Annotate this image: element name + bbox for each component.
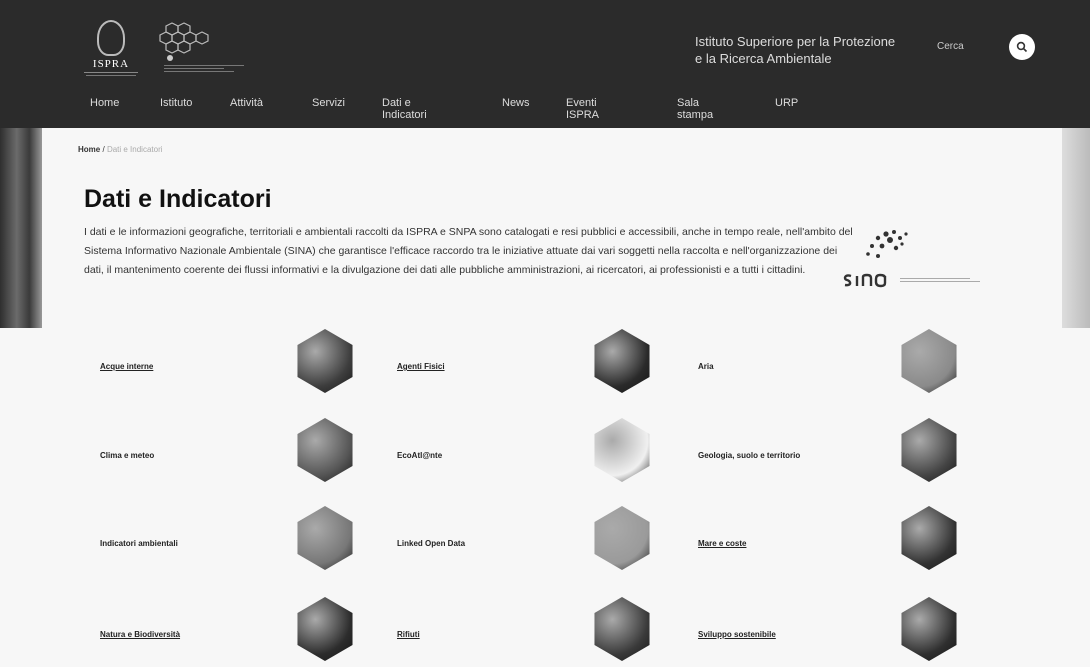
republic-emblem-icon <box>97 20 125 56</box>
category-link[interactable]: Geologia, suolo e territorio <box>698 445 800 463</box>
sina-wordmark <box>841 270 897 296</box>
category-link[interactable]: Agenti Fisici <box>397 356 445 374</box>
sina-dots-icon <box>866 230 908 258</box>
sea-icon[interactable] <box>901 506 957 570</box>
category-label[interactable]: Mare e coste <box>698 539 746 548</box>
category-label[interactable]: Aria <box>698 362 714 371</box>
site-header: ISPRA Istituto Superiore per la Protezio… <box>0 0 1090 128</box>
category-label[interactable]: Indicatori ambientali <box>100 539 178 548</box>
nav-item-dati-e-indicatori[interactable]: Dati e Indicatori <box>382 97 427 121</box>
category-link[interactable]: EcoAtl@nte <box>397 445 442 463</box>
category-label[interactable]: Rifiuti <box>397 630 420 639</box>
nav-item-urp[interactable]: URP <box>775 97 798 109</box>
lod-icon[interactable] <box>594 506 650 570</box>
sina-logo[interactable] <box>838 226 1008 296</box>
search-button[interactable] <box>1009 34 1035 60</box>
intro-text: I dati e le informazioni geografiche, te… <box>84 226 853 276</box>
category-label[interactable]: Agenti Fisici <box>397 362 445 371</box>
nav-item-sala-stampa[interactable]: Sala stampa <box>677 97 713 121</box>
category-label[interactable]: Acque interne <box>100 362 153 371</box>
nav-item-attività[interactable]: Attività <box>230 97 263 109</box>
category-label[interactable]: Geologia, suolo e territorio <box>698 451 800 460</box>
category-link[interactable]: Linked Open Data <box>397 533 465 551</box>
nature-icon[interactable] <box>297 597 353 661</box>
right-decorative-image <box>1062 128 1090 328</box>
category-link[interactable]: Sviluppo sostenibile <box>698 624 776 642</box>
nav-item-home[interactable]: Home <box>90 97 119 109</box>
nav-item-servizi[interactable]: Servizi <box>312 97 345 109</box>
category-link[interactable]: Rifiuti <box>397 624 420 642</box>
category-link[interactable]: Acque interne <box>100 356 153 374</box>
category-label[interactable]: Natura e Biodiversità <box>100 630 180 639</box>
category-link[interactable]: Mare e coste <box>698 533 746 551</box>
snpa-logo[interactable] <box>150 22 260 82</box>
breadcrumb-current: Dati e Indicatori <box>106 145 163 154</box>
nav-item-news[interactable]: News <box>502 97 530 109</box>
page-title: Dati e Indicatori <box>84 185 272 213</box>
category-label[interactable]: Linked Open Data <box>397 539 465 548</box>
ispra-logo[interactable]: ISPRA <box>76 20 146 90</box>
water-icon[interactable] <box>297 329 353 393</box>
breadcrumb: Home / Dati e Indicatori <box>78 145 163 154</box>
category-label[interactable]: EcoAtl@nte <box>397 451 442 460</box>
logo-name: ISPRA <box>92 58 130 70</box>
institute-line-1: Istituto Superiore per la Protezione <box>695 34 896 49</box>
air-icon[interactable] <box>901 329 957 393</box>
category-link[interactable]: Clima e meteo <box>100 445 154 463</box>
climate-icon[interactable] <box>297 418 353 482</box>
map-icon[interactable] <box>594 418 650 482</box>
category-link[interactable]: Natura e Biodiversità <box>100 624 180 642</box>
breadcrumb-home[interactable]: Home <box>78 145 100 154</box>
snpa-hexagons-icon <box>159 22 209 61</box>
search-label[interactable]: Cerca <box>937 41 964 52</box>
physics-icon[interactable] <box>594 329 650 393</box>
sustainability-icon[interactable] <box>901 597 957 661</box>
chart-icon[interactable] <box>297 506 353 570</box>
sina-wordmark-icon <box>843 273 887 288</box>
nav-item-istituto[interactable]: Istituto <box>160 97 192 109</box>
sina-subtitle <box>900 276 1000 284</box>
nav-item-eventi-ispra[interactable]: Eventi ISPRA <box>566 97 599 121</box>
left-decorative-image <box>0 128 42 328</box>
geology-icon[interactable] <box>901 418 957 482</box>
category-link[interactable]: Indicatori ambientali <box>100 533 178 551</box>
logo-subtitle <box>76 72 146 76</box>
waste-icon[interactable] <box>594 597 650 661</box>
category-label[interactable]: Sviluppo sostenibile <box>698 630 776 639</box>
breadcrumb-separator: / <box>102 145 105 154</box>
category-label[interactable]: Clima e meteo <box>100 451 154 460</box>
institute-line-2: e la Ricerca Ambientale <box>695 51 832 66</box>
search-icon <box>1016 41 1028 53</box>
institute-name: Istituto Superiore per la Protezione e l… <box>695 33 915 67</box>
snpa-subtitle <box>164 63 254 74</box>
category-link[interactable]: Aria <box>698 356 714 374</box>
